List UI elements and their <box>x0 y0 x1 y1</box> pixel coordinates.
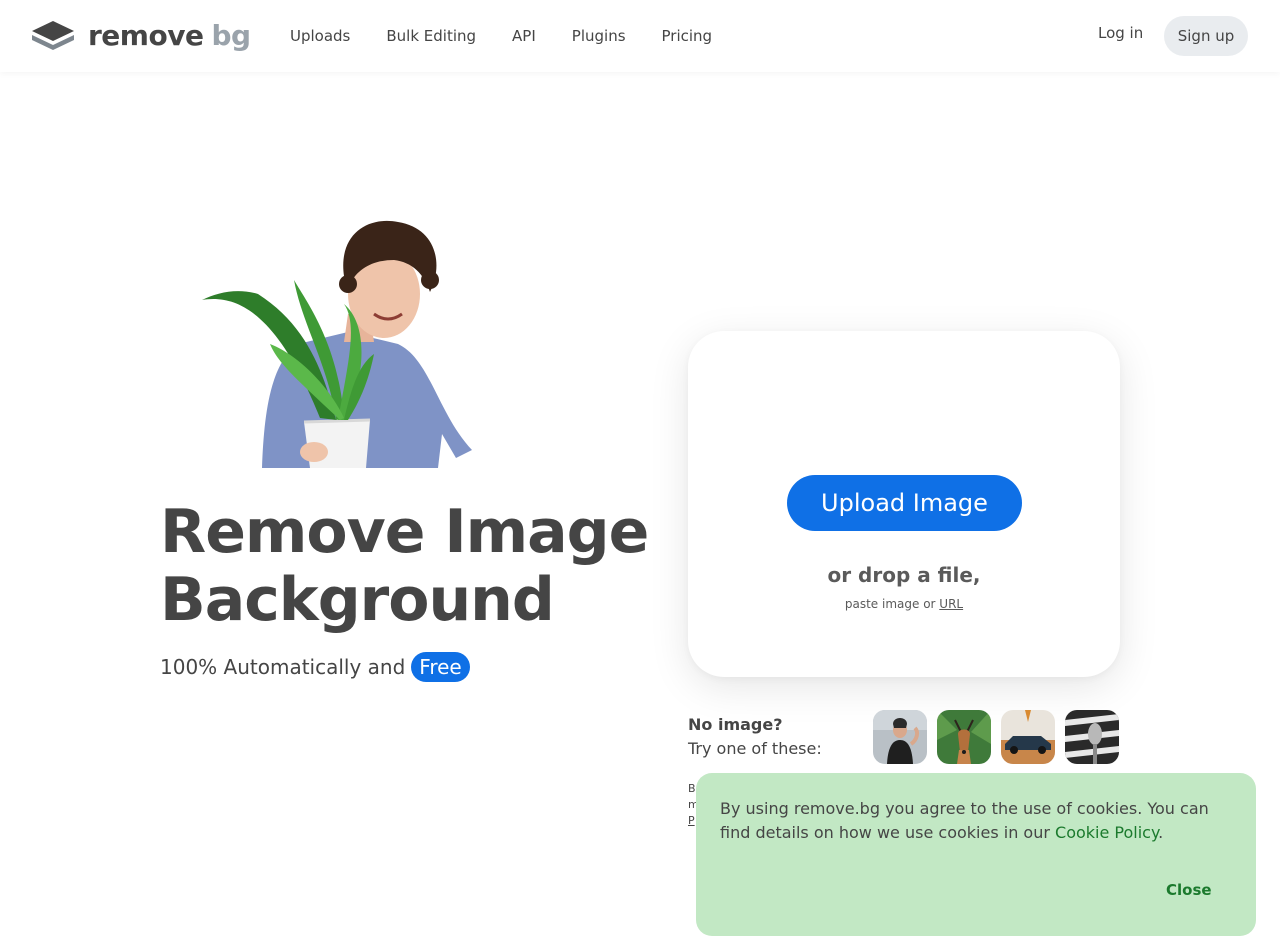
sample-thumbnails <box>873 710 1129 764</box>
sample-prompt-line-2: Try one of these: <box>688 739 822 758</box>
cookie-period: . <box>1158 823 1164 842</box>
login-link[interactable]: Log in <box>1098 24 1143 42</box>
cookie-close-button[interactable]: Close <box>1166 881 1212 899</box>
upload-card[interactable]: Upload Image or drop a file, paste image… <box>688 331 1120 677</box>
upload-image-button[interactable]: Upload Image <box>787 475 1022 531</box>
deer-sample-image <box>937 710 991 764</box>
free-badge: Free <box>411 652 470 682</box>
car-sample-image <box>1001 710 1055 764</box>
cookie-message: By using remove.bg you agree to the use … <box>720 797 1240 845</box>
logo-word-remove: remove <box>88 19 204 52</box>
logo[interactable]: remove bg <box>30 18 251 54</box>
logo-icon <box>32 21 74 50</box>
paste-text: paste image or <box>844 597 936 611</box>
logo-text: remove bg <box>88 19 251 53</box>
subline-text: 100% Automatically and <box>160 655 406 679</box>
hero-man-with-plant-image <box>202 220 472 468</box>
headline-line-1: Remove Image <box>160 497 649 567</box>
nav-api[interactable]: API <box>512 27 536 45</box>
nav-uploads[interactable]: Uploads <box>290 27 350 45</box>
signup-button[interactable]: Sign up <box>1164 16 1248 56</box>
nav-plugins[interactable]: Plugins <box>572 27 626 45</box>
microphone-sample-image <box>1065 710 1119 764</box>
headline-line-2: Background <box>160 565 555 635</box>
main-nav: Uploads Bulk Editing API Plugins Pricing <box>290 0 748 72</box>
sample-thumbnail-microphone[interactable] <box>1065 710 1119 764</box>
drop-file-text: or drop a file, <box>827 563 981 587</box>
nav-pricing[interactable]: Pricing <box>662 27 713 45</box>
sample-prompt: No image? Try one of these: <box>688 713 822 761</box>
cookie-banner: By using remove.bg you agree to the use … <box>696 773 1256 936</box>
sample-thumbnail-car[interactable] <box>1001 710 1055 764</box>
page-title: Remove Image Background <box>160 498 680 634</box>
cookie-policy-link[interactable]: Cookie Policy <box>1055 823 1158 842</box>
paste-hint: paste image or URL <box>688 597 1120 611</box>
url-link[interactable]: URL <box>939 597 963 611</box>
hero-subline: 100% Automatically and Free <box>160 651 470 683</box>
sample-prompt-line-1: No image? <box>688 715 783 734</box>
sample-thumbnail-woman[interactable] <box>873 710 927 764</box>
sample-thumbnail-deer[interactable] <box>937 710 991 764</box>
woman-sample-image <box>873 710 927 764</box>
logo-word-bg: bg <box>211 19 251 52</box>
nav-bulk-editing[interactable]: Bulk Editing <box>386 27 476 45</box>
top-header: remove bg Uploads Bulk Editing API Plugin… <box>0 0 1280 72</box>
